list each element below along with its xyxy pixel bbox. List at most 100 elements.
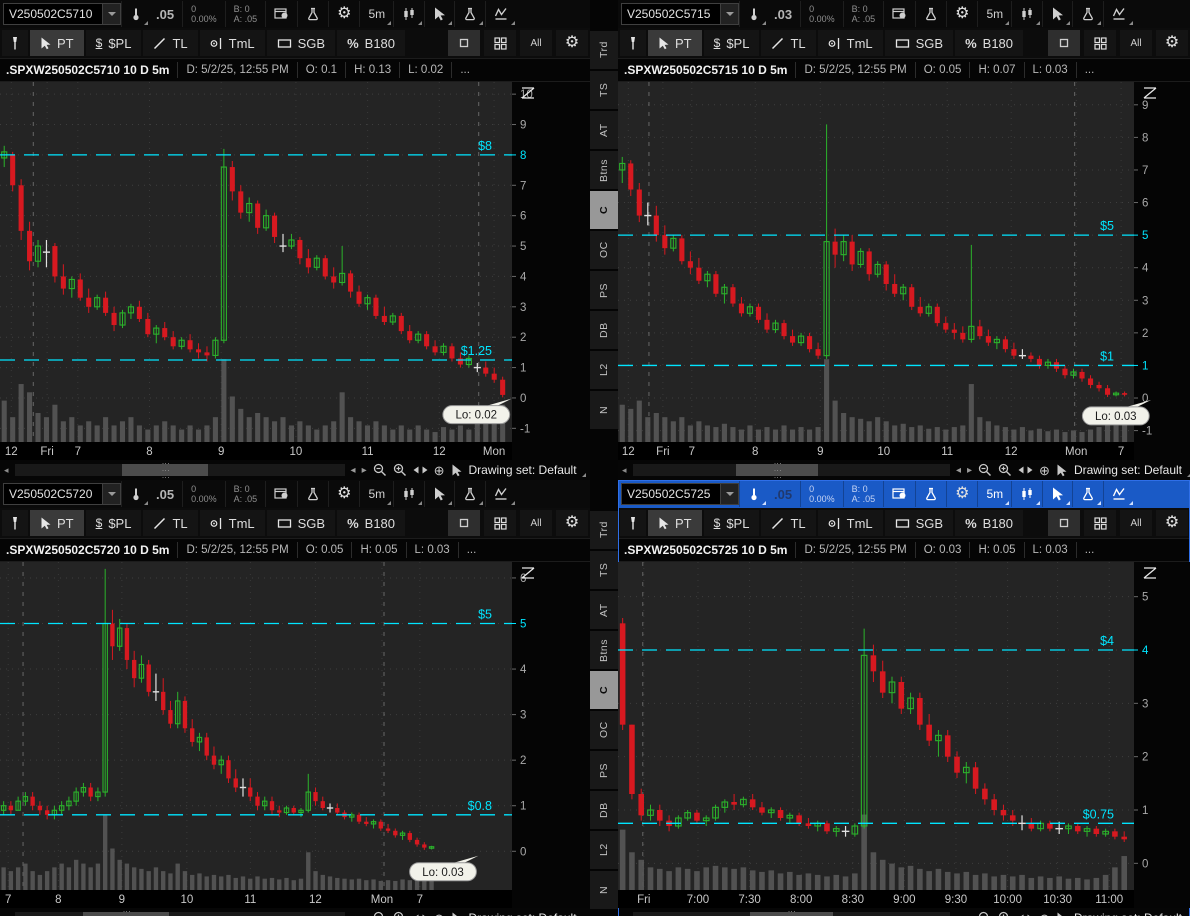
title-more[interactable]: ... [451, 62, 478, 78]
symbol-dropdown-button[interactable] [721, 483, 739, 505]
sgb-tool-button[interactable]: SGB [266, 30, 336, 56]
spl-tool-button[interactable]: $ $PL [703, 510, 760, 536]
scrollbar-thumb[interactable] [735, 464, 819, 476]
pin-button[interactable] [620, 30, 646, 56]
zoom-out-icon[interactable] [978, 463, 992, 477]
drawing-tools-dropdown[interactable] [485, 1, 517, 27]
timeframe-dropdown[interactable]: 5m [977, 1, 1011, 27]
title-more[interactable]: ... [457, 542, 485, 558]
title-more[interactable]: ... [1075, 542, 1103, 558]
link-all-button[interactable]: All [520, 510, 552, 536]
zoom-in-icon[interactable] [998, 911, 1012, 916]
b180-tool-button[interactable]: % B180 [337, 30, 406, 56]
maximize-pane-button[interactable] [448, 30, 480, 56]
trendline-tool-button[interactable]: TL [761, 30, 816, 56]
chart-settings-button[interactable]: ⚙ [946, 1, 977, 27]
chart-style-dropdown[interactable] [393, 1, 424, 27]
symbol-dropdown-button[interactable] [721, 3, 739, 25]
step-right-button[interactable]: ▸ [967, 913, 972, 916]
maximize-pane-button[interactable] [1048, 510, 1080, 536]
trendline-tool-button[interactable]: TL [143, 30, 198, 56]
cursor-arrow-icon[interactable] [451, 464, 463, 477]
step-left-button[interactable]: ◂ [956, 465, 961, 476]
sgb-tool-button[interactable]: SGB [884, 510, 954, 536]
drawing-tools-dropdown[interactable] [485, 481, 517, 507]
cursor-tool-dropdown[interactable] [1042, 1, 1072, 27]
spl-tool-button[interactable]: $ $PL [703, 30, 760, 56]
zoom-out-icon[interactable] [373, 911, 387, 916]
cursor-tool-dropdown[interactable] [424, 481, 454, 507]
link-all-button[interactable]: All [1120, 30, 1152, 56]
step-right-button[interactable]: ▸ [362, 465, 367, 476]
scroll-left-arrow[interactable]: ◂ [622, 465, 627, 476]
side-tab-oc[interactable]: OC [590, 711, 618, 749]
side-tab-ts[interactable]: TS [590, 551, 618, 589]
grid-layout-button[interactable] [1084, 30, 1116, 56]
link-all-button[interactable]: All [1120, 510, 1152, 536]
pt-tool-button[interactable]: PT [30, 30, 84, 56]
timeframe-dropdown[interactable]: 5m [359, 1, 393, 27]
marker-tool-button[interactable] [739, 481, 768, 507]
drawing-set-dropdown[interactable]: Drawing set: Default [1074, 463, 1190, 477]
chart-settings-button[interactable]: ⚙ [328, 1, 359, 27]
timeframe-dropdown[interactable]: 5m [977, 481, 1011, 507]
side-tab-trd[interactable]: Trd [590, 31, 618, 69]
spl-tool-button[interactable]: $ $PL [85, 30, 142, 56]
pin-button[interactable] [620, 510, 646, 536]
expand-horizontal-icon[interactable] [413, 464, 428, 476]
chart-style-dropdown[interactable] [1011, 1, 1042, 27]
scrollbar-thumb[interactable] [749, 912, 833, 916]
side-tab-oc[interactable]: OC [590, 231, 618, 269]
b180-tool-button[interactable]: % B180 [955, 30, 1024, 56]
pt-tool-button[interactable]: PT [648, 30, 702, 56]
crosshair-icon[interactable]: ⊕ [434, 912, 445, 916]
maximize-pane-button[interactable] [448, 510, 480, 536]
side-tab-l2[interactable]: L2 [590, 831, 618, 869]
symbol-dropdown-button[interactable] [103, 483, 121, 505]
calendar-events-button[interactable] [265, 481, 297, 507]
symbol-input[interactable]: V250502C5725 [621, 483, 721, 505]
chart-settings-button[interactable]: ⚙ [946, 481, 977, 507]
chart-scrollbar[interactable] [632, 464, 950, 476]
pin-button[interactable] [2, 510, 28, 536]
side-tab-ps[interactable]: PS [590, 751, 618, 789]
chart-scrollbar[interactable] [14, 912, 345, 916]
step-right-button[interactable]: ▸ [362, 913, 367, 916]
drawing-set-dropdown[interactable]: Drawing set: Default [469, 463, 586, 477]
chart-style-dropdown[interactable] [393, 481, 424, 507]
side-tab-c[interactable]: C [590, 671, 618, 709]
side-tab-btns[interactable]: Btns [590, 151, 618, 189]
tml-tool-button[interactable]: TmL [199, 30, 265, 56]
trendline-tool-button[interactable]: TL [761, 510, 816, 536]
side-tab-db[interactable]: DB [590, 791, 618, 829]
crosshair-icon[interactable]: ⊕ [1039, 464, 1050, 477]
analyze-button[interactable] [915, 1, 946, 27]
maximize-pane-button[interactable] [1048, 30, 1080, 56]
side-tab-at[interactable]: AT [590, 591, 618, 629]
drawing-tools-dropdown[interactable] [1103, 1, 1135, 27]
side-tab-c[interactable]: C [590, 191, 618, 229]
cursor-arrow-icon[interactable] [1056, 464, 1068, 477]
scrollbar-thumb[interactable] [121, 464, 208, 476]
chart-style-dropdown[interactable] [1011, 481, 1042, 507]
pt-tool-button[interactable]: PT [30, 510, 84, 536]
pane-settings-button[interactable]: ⚙ [1156, 510, 1188, 536]
expand-horizontal-icon[interactable] [1018, 912, 1033, 916]
analyze-button[interactable] [297, 481, 328, 507]
zoom-in-icon[interactable] [393, 911, 407, 916]
scroll-left-arrow[interactable]: ◂ [622, 913, 627, 916]
pane-settings-button[interactable]: ⚙ [556, 30, 588, 56]
scroll-left-arrow[interactable]: ◂ [4, 913, 9, 916]
chart-scrollbar[interactable] [14, 464, 345, 476]
side-tab-trd[interactable]: Trd [590, 511, 618, 549]
sgb-tool-button[interactable]: SGB [266, 510, 336, 536]
symbol-dropdown-button[interactable] [103, 3, 121, 25]
calendar-events-button[interactable] [883, 481, 915, 507]
symbol-input[interactable]: V250502C5715 [621, 3, 721, 25]
strategies-dropdown[interactable] [454, 481, 485, 507]
zoom-in-icon[interactable] [393, 463, 407, 477]
chart-canvas[interactable]: $5 $1 9 8 7 6 5 4 3 2 1 0 -1 12 Fri 7 8 9 10 11 12 Mon 7 Lo: 0.… [618, 82, 1190, 460]
chart-canvas[interactable]: $8 $1.25 10 9 8 7 6 5 4 3 2 1 0 -1 12 Fri 7 8 9 10 11 12 Mon Lo… [0, 82, 590, 460]
marker-tool-button[interactable] [739, 1, 768, 27]
marker-tool-button[interactable] [121, 1, 150, 27]
